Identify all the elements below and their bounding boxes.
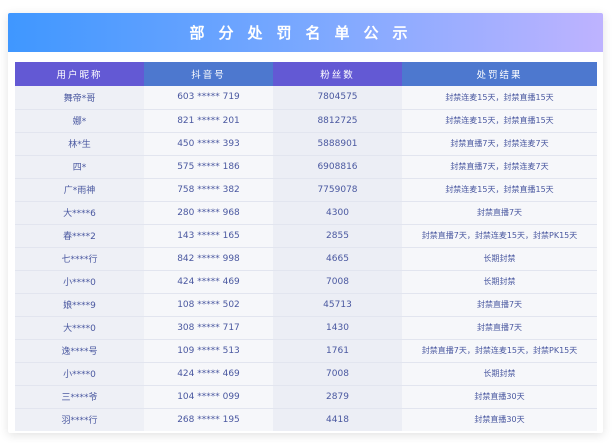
cell-followers: 4300 bbox=[273, 201, 402, 225]
cell-douyin-id: 268 ***** 195 bbox=[144, 408, 273, 431]
table-row: 三****爷 104 ***** 099 2879 封禁直播30天 bbox=[15, 385, 597, 409]
cell-douyin-id: 603 ***** 719 bbox=[144, 86, 273, 110]
cell-penalty: 长期封禁 bbox=[402, 270, 597, 294]
cell-nickname: 娘****9 bbox=[15, 293, 144, 317]
cell-nickname: 广*雨神 bbox=[15, 178, 144, 202]
cell-followers: 4418 bbox=[273, 408, 402, 431]
cell-penalty: 封禁连麦15天，封禁直播15天 bbox=[402, 178, 597, 202]
cell-followers: 7008 bbox=[273, 270, 402, 294]
cell-penalty: 封禁连麦15天，封禁直播15天 bbox=[402, 109, 597, 133]
cell-douyin-id: 280 ***** 968 bbox=[144, 201, 273, 225]
cell-douyin-id: 575 ***** 186 bbox=[144, 155, 273, 179]
table-row: 春****2 143 ***** 165 2855 封禁直播7天，封禁连麦15天，封禁… bbox=[15, 224, 597, 248]
column-header-nickname: 用户昵称 bbox=[15, 62, 144, 86]
cell-nickname: 四* bbox=[15, 155, 144, 179]
cell-followers: 2855 bbox=[273, 224, 402, 248]
cell-followers: 1761 bbox=[273, 339, 402, 363]
cell-followers: 45713 bbox=[273, 293, 402, 317]
cell-followers: 7804575 bbox=[273, 86, 402, 110]
cell-nickname: 小****0 bbox=[15, 362, 144, 386]
table-row: 四* 575 ***** 186 6908816 封禁直播7天，封禁连麦7天 bbox=[15, 155, 597, 179]
cell-penalty: 封禁直播7天，封禁连麦15天，封禁PK15天 bbox=[402, 339, 597, 363]
table-row: 娜* 821 ***** 201 8812725 封禁连麦15天，封禁直播15天 bbox=[15, 109, 597, 133]
column-header-followers: 粉丝数 bbox=[273, 62, 402, 86]
cell-nickname: 娜* bbox=[15, 109, 144, 133]
cell-followers: 1430 bbox=[273, 316, 402, 340]
cell-douyin-id: 308 ***** 717 bbox=[144, 316, 273, 340]
cell-penalty: 封禁直播7天，封禁连麦7天 bbox=[402, 132, 597, 156]
cell-penalty: 长期封禁 bbox=[402, 247, 597, 271]
column-header-penalty: 处罚结果 bbox=[402, 62, 597, 86]
cell-nickname: 舞帝*哥 bbox=[15, 86, 144, 110]
table-row: 大****6 280 ***** 968 4300 封禁直播7天 bbox=[15, 201, 597, 225]
penalty-table: 用户昵称 抖音号 粉丝数 处罚结果 舞帝*哥 603 ***** 719 7804575 封… bbox=[15, 62, 597, 431]
cell-followers: 2879 bbox=[273, 385, 402, 409]
cell-douyin-id: 104 ***** 099 bbox=[144, 385, 273, 409]
cell-followers: 4665 bbox=[273, 247, 402, 271]
cell-douyin-id: 143 ***** 165 bbox=[144, 224, 273, 248]
table-row: 逸****号 109 ***** 513 1761 封禁直播7天，封禁连麦15天，封禁… bbox=[15, 339, 597, 363]
cell-penalty: 封禁直播30天 bbox=[402, 385, 597, 409]
table-header: 用户昵称 抖音号 粉丝数 处罚结果 bbox=[15, 62, 597, 86]
table-row: 娘****9 108 ***** 502 45713 封禁直播7天 bbox=[15, 293, 597, 317]
cell-penalty: 封禁直播30天 bbox=[402, 408, 597, 431]
penalty-list-card: 部分处罚名单公示 用户昵称 抖音号 粉丝数 处罚结果 舞帝*哥 603 ***** 71… bbox=[8, 13, 603, 433]
cell-douyin-id: 842 ***** 998 bbox=[144, 247, 273, 271]
cell-douyin-id: 109 ***** 513 bbox=[144, 339, 273, 363]
cell-douyin-id: 424 ***** 469 bbox=[144, 270, 273, 294]
cell-followers: 6908816 bbox=[273, 155, 402, 179]
cell-douyin-id: 424 ***** 469 bbox=[144, 362, 273, 386]
table-row: 大****0 308 ***** 717 1430 封禁直播7天 bbox=[15, 316, 597, 340]
table-row: 舞帝*哥 603 ***** 719 7804575 封禁连麦15天，封禁直播15天 bbox=[15, 86, 597, 110]
table-row: 羽****行 268 ***** 195 4418 封禁直播30天 bbox=[15, 408, 597, 431]
cell-nickname: 大****6 bbox=[15, 201, 144, 225]
cell-followers: 7759078 bbox=[273, 178, 402, 202]
cell-nickname: 林*生 bbox=[15, 132, 144, 156]
cell-nickname: 小****0 bbox=[15, 270, 144, 294]
cell-penalty: 封禁直播7天 bbox=[402, 293, 597, 317]
cell-penalty: 封禁直播7天，封禁连麦7天 bbox=[402, 155, 597, 179]
table-row: 广*雨神 758 ***** 382 7759078 封禁连麦15天，封禁直播15天 bbox=[15, 178, 597, 202]
cell-nickname: 大****0 bbox=[15, 316, 144, 340]
table-row: 小****0 424 ***** 469 7008 长期封禁 bbox=[15, 362, 597, 386]
table-row: 小****0 424 ***** 469 7008 长期封禁 bbox=[15, 270, 597, 294]
table-row: 林*生 450 ***** 393 5888901 封禁直播7天，封禁连麦7天 bbox=[15, 132, 597, 156]
cell-douyin-id: 758 ***** 382 bbox=[144, 178, 273, 202]
cell-nickname: 逸****号 bbox=[15, 339, 144, 363]
cell-followers: 5888901 bbox=[273, 132, 402, 156]
cell-nickname: 三****爷 bbox=[15, 385, 144, 409]
cell-penalty: 封禁直播7天，封禁连麦15天，封禁PK15天 bbox=[402, 224, 597, 248]
cell-nickname: 春****2 bbox=[15, 224, 144, 248]
cell-nickname: 七****行 bbox=[15, 247, 144, 271]
column-header-douyin-id: 抖音号 bbox=[144, 62, 273, 86]
cell-followers: 7008 bbox=[273, 362, 402, 386]
cell-penalty: 长期封禁 bbox=[402, 362, 597, 386]
table-row: 七****行 842 ***** 998 4665 长期封禁 bbox=[15, 247, 597, 271]
cell-penalty: 封禁直播7天 bbox=[402, 316, 597, 340]
cell-douyin-id: 821 ***** 201 bbox=[144, 109, 273, 133]
cell-douyin-id: 450 ***** 393 bbox=[144, 132, 273, 156]
cell-penalty: 封禁直播7天 bbox=[402, 201, 597, 225]
cell-penalty: 封禁连麦15天，封禁直播15天 bbox=[402, 86, 597, 110]
cell-nickname: 羽****行 bbox=[15, 408, 144, 431]
page-title: 部分处罚名单公示 bbox=[8, 13, 603, 52]
cell-douyin-id: 108 ***** 502 bbox=[144, 293, 273, 317]
cell-followers: 8812725 bbox=[273, 109, 402, 133]
